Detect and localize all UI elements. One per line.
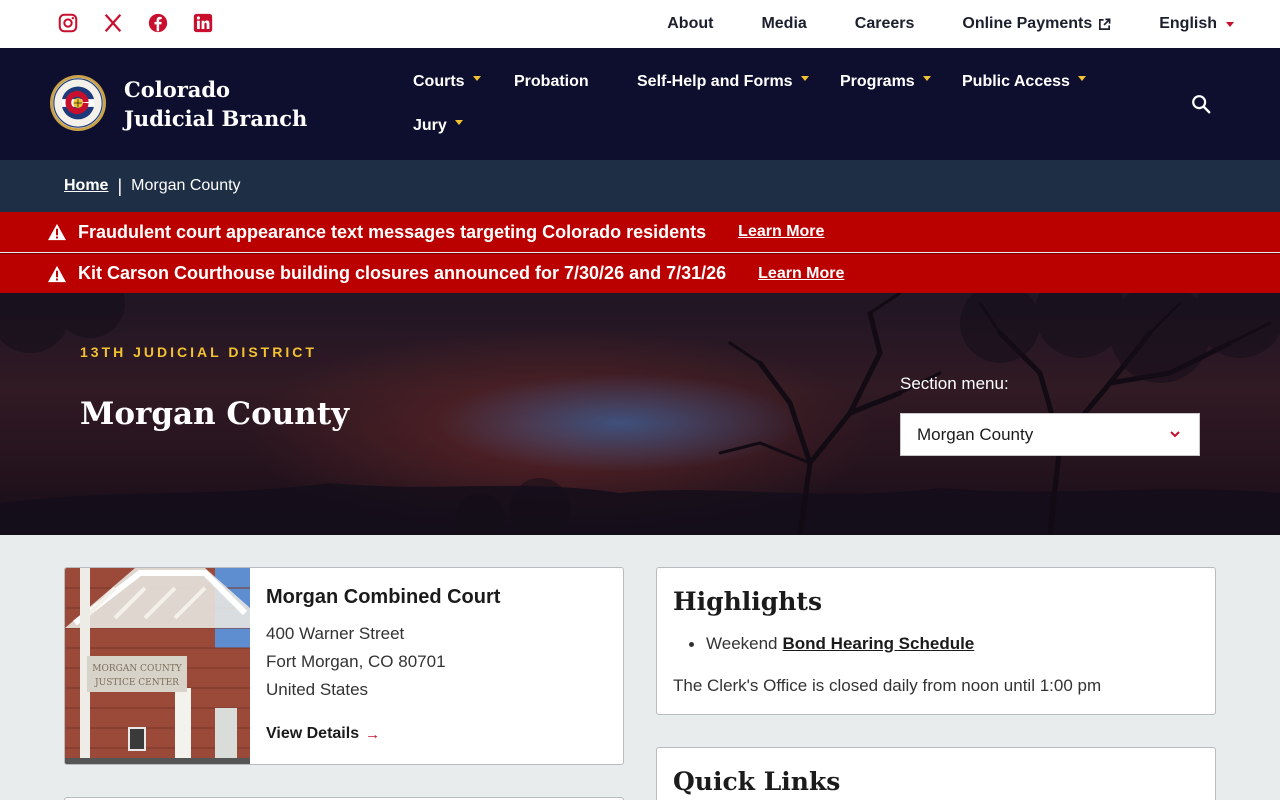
nav-public-access-label: Public Access	[962, 73, 1070, 90]
section-menu-value: Morgan County	[917, 424, 1034, 444]
nav-public-access[interactable]: Public Access	[962, 73, 1086, 91]
utility-links: About Media Careers Online Payments Engl…	[619, 0, 1234, 48]
facebook-icon[interactable]	[147, 12, 169, 34]
chevron-down-icon	[454, 119, 463, 125]
alert-text: Kit Carson Courthouse building closures …	[78, 263, 727, 283]
alert-banner: Kit Carson Courthouse building closures …	[0, 253, 1280, 293]
chevron-down-icon	[1170, 431, 1180, 438]
online-payments-link[interactable]: Online Payments	[962, 15, 1111, 33]
nav-courts[interactable]: Courts	[413, 73, 481, 91]
courthouse-sign-line1: MORGAN COUNTY	[92, 664, 183, 674]
quick-links-title: Quick Links	[673, 767, 841, 796]
chevron-down-icon	[922, 75, 931, 81]
chevron-down-icon	[1077, 75, 1086, 81]
court-address-line2: Fort Morgan, CO 80701	[266, 652, 446, 671]
warning-icon	[48, 223, 66, 241]
alert-banner: Fraudulent court appearance text message…	[0, 212, 1280, 252]
highlights-list-item: Weekend Bond Hearing Schedule	[689, 634, 974, 654]
highlights-card: Highlights Weekend Bond Hearing Schedule…	[656, 567, 1216, 715]
bond-hearing-schedule-link[interactable]: Bond Hearing Schedule	[783, 634, 975, 654]
media-label: Media	[761, 15, 807, 32]
breadcrumb-home-link[interactable]: Home	[64, 177, 108, 195]
chevron-down-icon	[800, 75, 809, 81]
alert-learn-more-link[interactable]: Learn More	[758, 265, 844, 283]
court-address-line3: United States	[266, 680, 369, 699]
courthouse-photo: MORGAN COUNTY JUSTICE CENTER	[65, 568, 250, 764]
court-card: MORGAN COUNTY JUSTICE CENTER Morgan Comb…	[64, 567, 624, 765]
site-title[interactable]: Colorado Judicial Branch	[124, 75, 324, 133]
view-details-label: View Details	[266, 725, 360, 742]
page-title: Morgan County	[80, 396, 350, 432]
nav-probation-label: Probation	[514, 73, 589, 90]
language-label: English	[1159, 15, 1217, 32]
linkedin-icon[interactable]	[192, 12, 214, 34]
breadcrumb-separator: |	[117, 175, 123, 196]
x-icon[interactable]	[102, 12, 124, 34]
main-header: Colorado Judicial Branch Courts Probatio…	[0, 48, 1280, 160]
instagram-icon[interactable]	[57, 12, 79, 34]
social-links	[57, 12, 214, 34]
highlights-title: Highlights	[673, 587, 823, 616]
online-payments-label: Online Payments	[962, 15, 1093, 32]
media-link[interactable]: Media	[761, 15, 806, 33]
section-menu-label: Section menu:	[900, 374, 1009, 393]
nav-self-help[interactable]: Self-Help and Forms	[637, 73, 809, 91]
alert-text: Fraudulent court appearance text message…	[78, 221, 707, 242]
highlights-item-prefix: Weekend	[706, 634, 778, 653]
nav-self-help-label: Self-Help and Forms	[637, 73, 793, 90]
chevron-down-icon	[472, 75, 481, 81]
colorado-courts-seal-logo[interactable]	[49, 74, 107, 132]
breadcrumb-current: Morgan County	[131, 177, 241, 194]
about-link[interactable]: About	[667, 15, 713, 33]
breadcrumb: Home | Morgan County	[0, 160, 1280, 212]
careers-label: Careers	[854, 15, 915, 32]
courthouse-sign-line2: JUSTICE CENTER	[94, 678, 179, 688]
utility-bar: About Media Careers Online Payments Engl…	[0, 0, 1280, 48]
nav-jury-label: Jury	[413, 117, 447, 134]
nav-courts-label: Courts	[413, 73, 465, 90]
nav-jury[interactable]: Jury	[413, 117, 463, 135]
district-label: 13TH JUDICIAL DISTRICT	[80, 344, 317, 360]
bullet-icon	[689, 641, 694, 647]
nav-programs-label: Programs	[840, 73, 915, 90]
section-menu-select[interactable]: Morgan County	[900, 413, 1200, 456]
warning-icon	[48, 265, 66, 282]
search-icon[interactable]	[1190, 93, 1212, 115]
clerk-hours-note: The Clerk's Office is closed daily from …	[673, 676, 1102, 695]
chevron-down-icon	[1226, 21, 1234, 27]
nav-probation[interactable]: Probation	[514, 73, 589, 91]
court-address-line1: 400 Warner Street	[266, 624, 405, 643]
hero-banner: 13TH JUDICIAL DISTRICT Morgan County Sec…	[0, 293, 1280, 535]
nav-programs[interactable]: Programs	[840, 73, 931, 91]
arrow-right-icon: →	[365, 725, 381, 743]
alert-learn-more-link[interactable]: Learn More	[738, 223, 824, 241]
view-details-link[interactable]: View Details →	[266, 725, 380, 743]
quick-links-card: Quick Links	[656, 747, 1216, 800]
court-name[interactable]: Morgan Combined Court	[266, 586, 500, 609]
language-selector[interactable]: English	[1159, 15, 1234, 33]
external-link-icon	[1099, 18, 1111, 30]
careers-link[interactable]: Careers	[855, 15, 915, 33]
about-label: About	[667, 15, 714, 32]
